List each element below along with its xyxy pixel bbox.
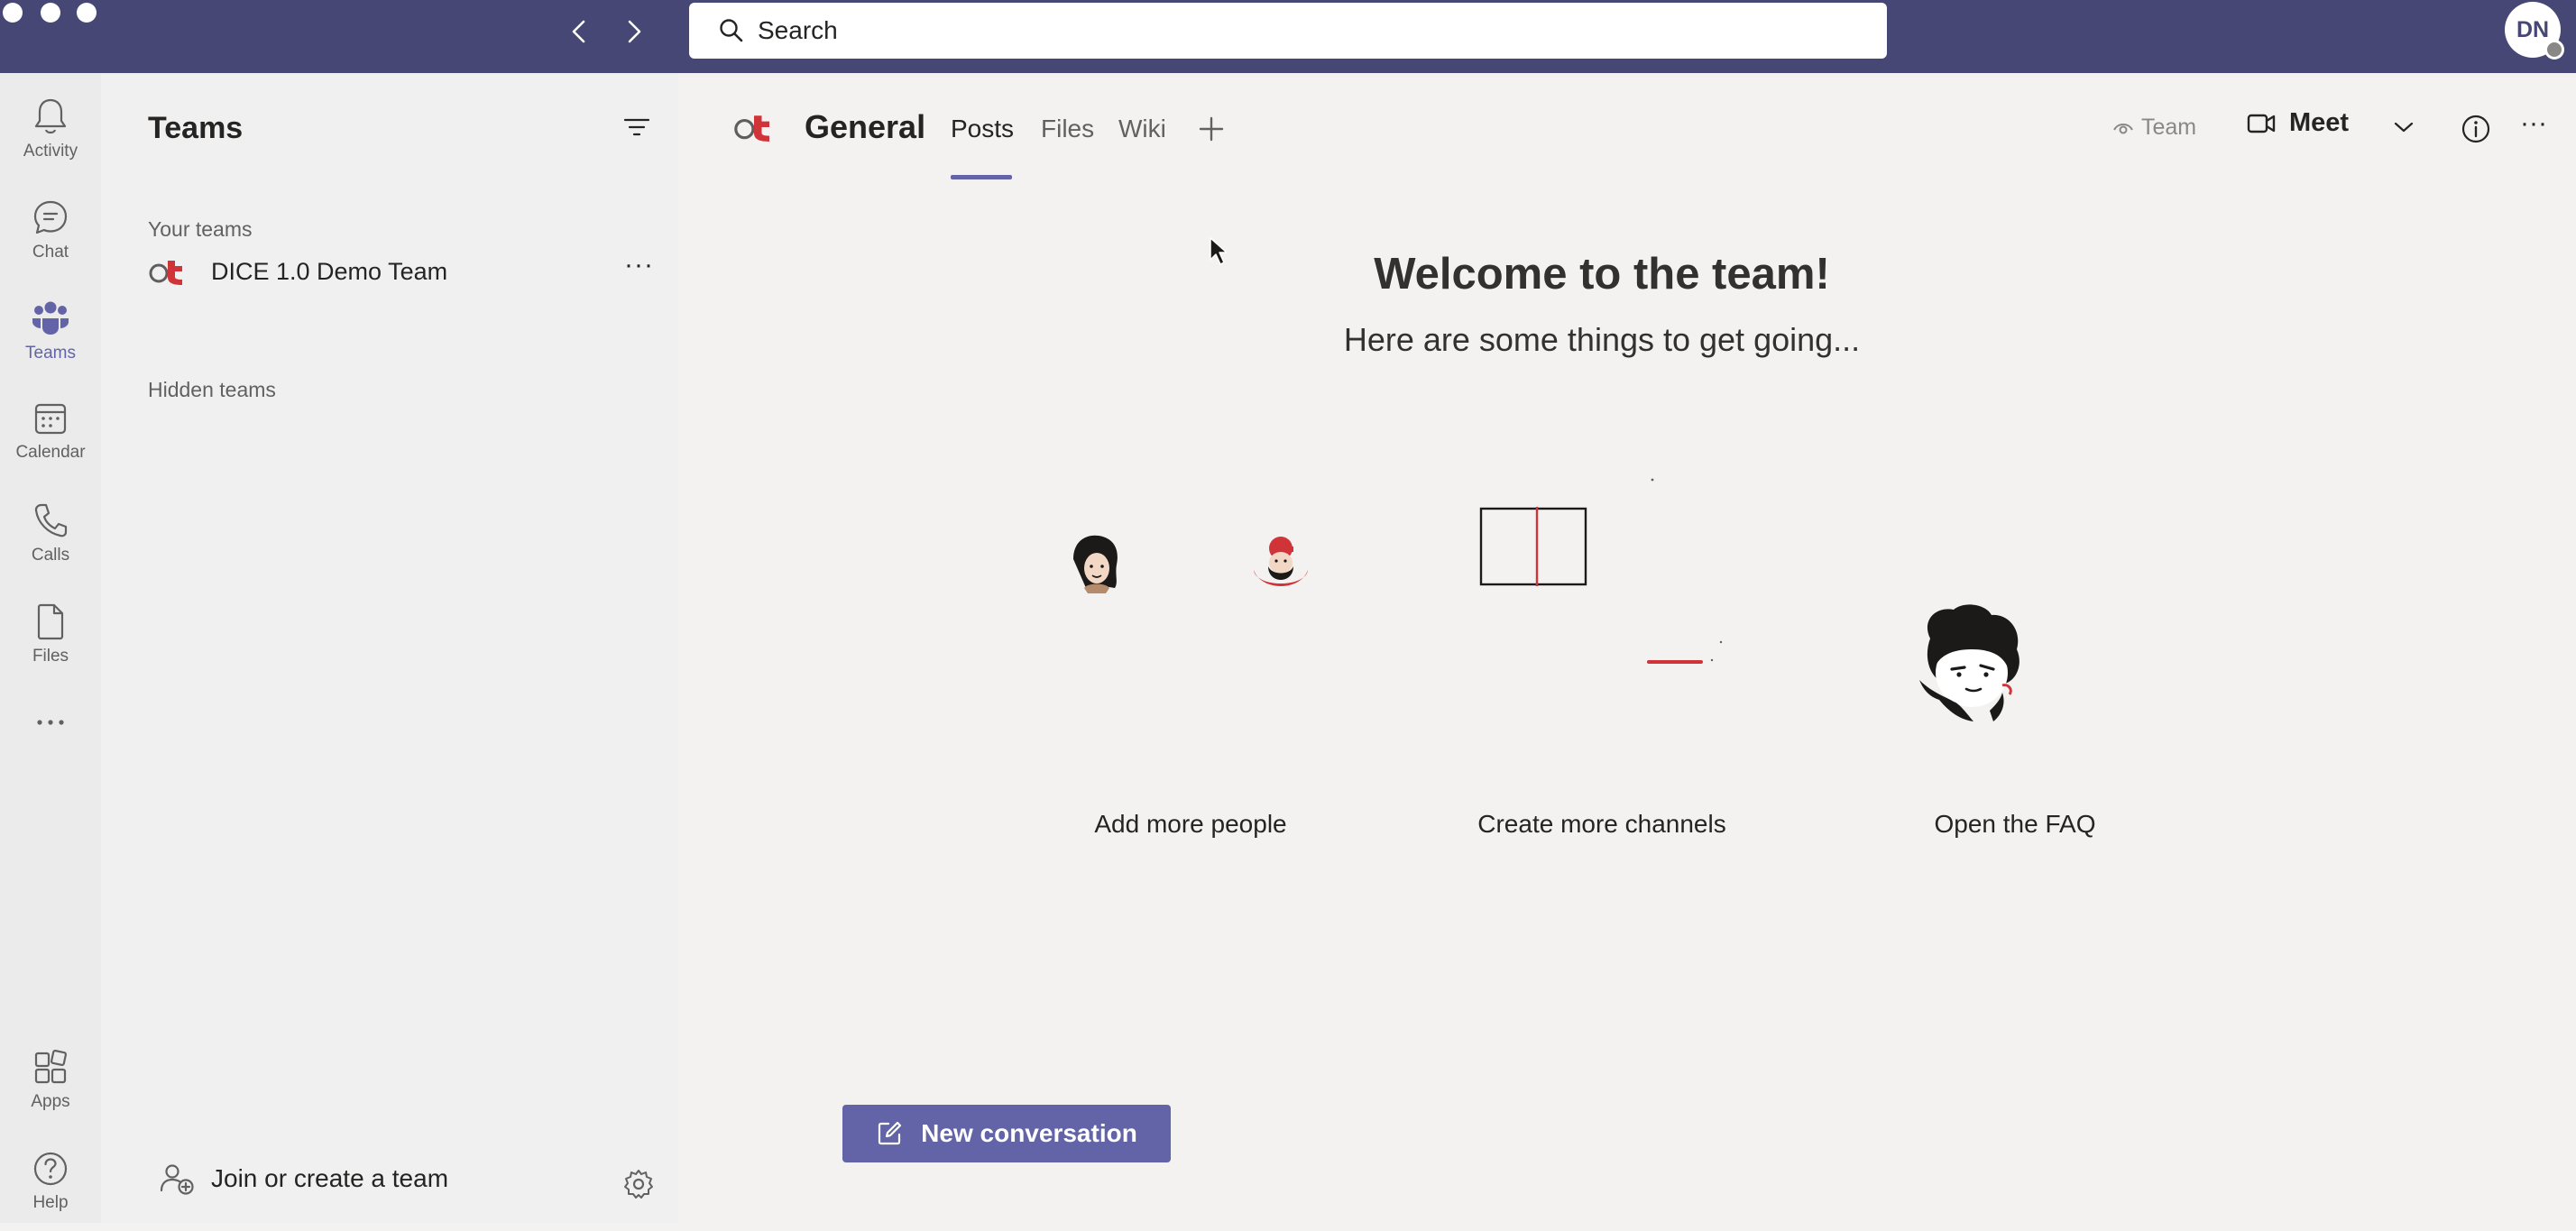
open-faq-illustration xyxy=(1909,602,2031,738)
channel-team-logo-icon xyxy=(732,112,776,142)
search-input[interactable]: Search xyxy=(689,3,1887,59)
add-tab-plus-icon[interactable] xyxy=(1198,115,1225,142)
rail-item-files[interactable]: Files xyxy=(0,593,101,683)
chevron-down-icon[interactable] xyxy=(2392,119,2415,135)
create-channels-illustration xyxy=(1477,474,1730,673)
rail-item-calls[interactable]: Calls xyxy=(0,491,101,582)
app-rail: Activity Chat Teams Calendar Calls Files xyxy=(0,73,101,1223)
team-logo-icon xyxy=(148,257,188,286)
window-minimize-dot[interactable] xyxy=(41,3,60,23)
panel-title: Teams xyxy=(148,111,244,145)
active-tab-indicator xyxy=(951,175,1012,179)
meet-button[interactable]: Meet xyxy=(2246,108,2349,138)
bell-icon xyxy=(32,87,69,136)
team-item-dice-demo[interactable]: DICE 1.0 Demo Team xyxy=(148,250,653,293)
open-faq-link[interactable]: Open the FAQ xyxy=(1844,810,2186,839)
gear-icon[interactable] xyxy=(622,1168,655,1200)
search-placeholder: Search xyxy=(758,16,838,44)
more-apps-icon xyxy=(32,704,69,731)
team-name: DICE 1.0 Demo Team xyxy=(211,257,448,285)
rail-item-apps[interactable]: Apps xyxy=(0,1040,101,1130)
welcome-title: Welcome to the team! xyxy=(1374,250,1830,299)
back-arrow-icon[interactable] xyxy=(564,15,596,48)
rail-label-chat: Chat xyxy=(32,243,69,262)
video-camera-icon xyxy=(2246,110,2277,137)
rail-label-help: Help xyxy=(32,1193,69,1212)
file-icon xyxy=(32,593,69,641)
join-label: Join or create a team xyxy=(211,1164,449,1192)
team-label: Team xyxy=(2141,115,2197,140)
teams-icon xyxy=(30,289,71,338)
team-visibility-button[interactable]: Team xyxy=(2112,115,2196,141)
welcome-subtitle: Here are some things to get going... xyxy=(1343,321,1861,358)
forward-arrow-icon[interactable] xyxy=(617,15,649,48)
hidden-teams-label: Hidden teams xyxy=(148,378,276,401)
rail-item-calendar[interactable]: Calendar xyxy=(0,390,101,481)
eye-icon xyxy=(2112,119,2134,137)
more-options-icon[interactable]: ··· xyxy=(2520,108,2547,139)
window-close-dot[interactable] xyxy=(3,3,23,23)
mouse-cursor-icon xyxy=(1209,236,1230,267)
search-icon xyxy=(704,17,745,44)
new-conversation-label: New conversation xyxy=(921,1119,1137,1147)
rail-label-calendar: Calendar xyxy=(15,443,86,462)
rail-label-apps: Apps xyxy=(31,1092,70,1111)
info-icon[interactable] xyxy=(2461,114,2491,144)
compose-icon xyxy=(876,1120,903,1147)
window-maximize-dot[interactable] xyxy=(77,3,97,23)
rail-item-activity[interactable]: Activity xyxy=(0,87,101,178)
tab-wiki[interactable]: Wiki xyxy=(1118,115,1166,143)
join-or-create-team-button[interactable]: Join or create a team xyxy=(159,1162,448,1195)
rail-item-teams[interactable]: Teams xyxy=(0,289,101,380)
title-bar: Search DN xyxy=(0,0,2576,73)
filter-icon[interactable] xyxy=(622,115,651,140)
team-more-options-icon[interactable]: ··· xyxy=(624,250,654,280)
rail-label-files: Files xyxy=(32,647,69,666)
tab-posts[interactable]: Posts xyxy=(951,115,1014,143)
help-icon xyxy=(32,1141,69,1188)
add-people-icon xyxy=(159,1162,195,1195)
chat-icon xyxy=(31,188,70,237)
add-people-illustration xyxy=(1064,532,1326,622)
channel-title: General xyxy=(805,108,926,145)
phone-icon xyxy=(32,491,69,540)
tab-files[interactable]: Files xyxy=(1041,115,1094,143)
rail-label-calls: Calls xyxy=(31,546,70,565)
your-teams-label: Your teams xyxy=(148,217,253,241)
rail-item-more[interactable] xyxy=(0,704,101,795)
rail-item-help[interactable]: Help xyxy=(0,1141,101,1231)
rail-label-teams: Teams xyxy=(25,344,76,363)
presence-status-icon xyxy=(2544,40,2564,60)
teams-panel: Teams Your teams DICE 1.0 Demo Team ··· … xyxy=(101,73,678,1223)
apps-icon xyxy=(32,1040,69,1087)
add-more-people-link[interactable]: Add more people xyxy=(1019,810,1362,839)
meet-label: Meet xyxy=(2289,108,2350,137)
rail-item-chat[interactable]: Chat xyxy=(0,188,101,279)
rail-label-activity: Activity xyxy=(23,142,78,161)
create-more-channels-link[interactable]: Create more channels xyxy=(1431,810,1773,839)
new-conversation-button[interactable]: New conversation xyxy=(842,1105,1171,1162)
calendar-icon xyxy=(32,390,69,437)
